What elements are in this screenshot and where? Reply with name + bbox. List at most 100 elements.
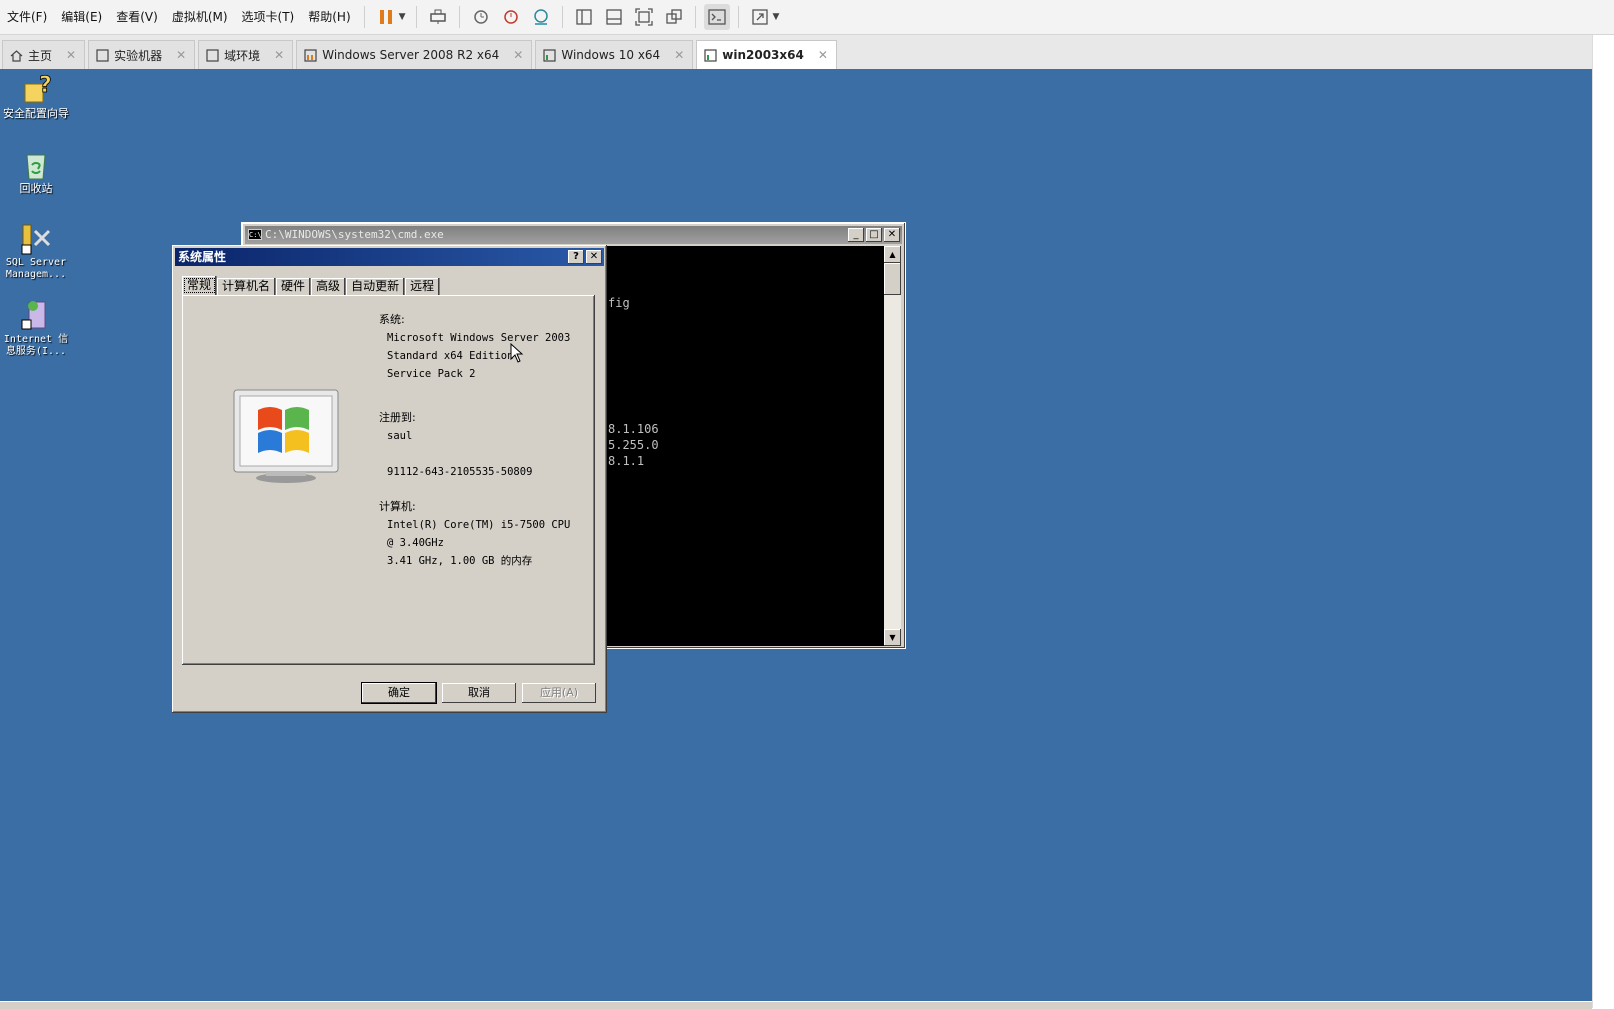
- close-icon[interactable]: ✕: [674, 48, 684, 62]
- vm-icon: [205, 48, 219, 62]
- tab-win2008[interactable]: Windows Server 2008 R2 x64 ✕: [296, 40, 533, 69]
- minimize-icon[interactable]: _: [848, 228, 864, 242]
- menu-edit[interactable]: 编辑(E): [54, 0, 109, 34]
- show-library-icon[interactable]: [571, 4, 597, 30]
- close-icon[interactable]: ✕: [818, 48, 828, 62]
- vm-icon: [95, 48, 109, 62]
- close-icon[interactable]: ✕: [66, 48, 76, 62]
- send-ctrl-alt-del-icon[interactable]: [425, 4, 451, 30]
- desktop-icon-security-wizard[interactable]: ? 安全配置向导: [0, 72, 72, 120]
- apply-button[interactable]: 应用(A): [522, 683, 596, 703]
- cmd-window-buttons: _ □ ✕: [846, 228, 900, 242]
- scroll-up-icon[interactable]: ▲: [884, 246, 901, 263]
- dialog-titlebar[interactable]: 系统属性 ? ✕: [175, 248, 604, 266]
- scroll-down-icon[interactable]: ▼: [884, 629, 901, 646]
- help-icon[interactable]: ?: [568, 250, 584, 264]
- maximize-icon[interactable]: □: [866, 228, 882, 242]
- tab-domain-env[interactable]: 域环境 ✕: [198, 40, 294, 69]
- svg-text:?: ?: [39, 73, 52, 98]
- close-icon[interactable]: ✕: [176, 48, 186, 62]
- fullscreen-icon[interactable]: [631, 4, 657, 30]
- desktop-icon-label: SQL Server Managem...: [5, 257, 67, 280]
- stretch-dropdown-icon[interactable]: ▼: [773, 12, 780, 22]
- desktop-icon-label: Internet 信息服务(I...: [3, 334, 69, 357]
- stretch-guest-icon[interactable]: [747, 4, 773, 30]
- mouse-cursor-icon: [510, 342, 524, 366]
- menu-tabs[interactable]: 选项卡(T): [235, 0, 302, 34]
- tab-label: Windows 10 x64: [561, 48, 661, 62]
- iis-icon: [19, 298, 53, 332]
- desktop-icon-recycle-bin[interactable]: 回收站: [0, 147, 72, 195]
- desktop-icon-label: 安全配置向导: [3, 107, 69, 120]
- menu-file[interactable]: 文件(F): [0, 0, 54, 34]
- ok-button[interactable]: 确定: [361, 682, 437, 704]
- tab-label: 实验机器: [114, 48, 163, 63]
- toolbar-separator: [561, 6, 563, 28]
- console-line: 8.1.106: [608, 422, 659, 436]
- home-icon: [9, 48, 23, 62]
- snapshot-manager-icon[interactable]: [528, 4, 554, 30]
- tab-computer-name[interactable]: 计算机名: [217, 278, 277, 295]
- registered-label: 注册到:: [379, 411, 416, 424]
- close-icon[interactable]: ✕: [274, 48, 284, 62]
- vm-running-icon: [703, 48, 717, 62]
- cmd-icon: C:\: [248, 229, 262, 240]
- tab-win10[interactable]: Windows 10 x64 ✕: [535, 40, 694, 69]
- security-wizard-icon: ?: [19, 72, 53, 106]
- revert-snapshot-icon[interactable]: [498, 4, 524, 30]
- tab-lab-machines[interactable]: 实验机器 ✕: [88, 40, 196, 69]
- toolbar-separator: [415, 6, 417, 28]
- pause-dropdown-icon[interactable]: ▼: [399, 12, 406, 22]
- tab-label: 域环境: [224, 48, 261, 63]
- recycle-bin-icon: [19, 147, 53, 181]
- toolbar-separator: [737, 6, 739, 28]
- cancel-button[interactable]: 取消: [442, 683, 516, 703]
- tab-remote[interactable]: 远程: [405, 278, 441, 295]
- system-properties-dialog[interactable]: 系统属性 ? ✕ 常规 计算机名 硬件 高级 自动更新 远程 系统: Micro…: [172, 245, 607, 713]
- scroll-thumb[interactable]: [884, 263, 901, 295]
- tab-win2003[interactable]: win2003x64 ✕: [696, 40, 837, 69]
- cmd-scrollbar[interactable]: ▲ ▼: [884, 246, 901, 646]
- tab-advanced[interactable]: 高级: [311, 278, 347, 295]
- product-id: 91112-643-2105535-50809: [387, 466, 533, 478]
- system-line: Service Pack 2: [387, 368, 476, 380]
- unity-icon[interactable]: [661, 4, 687, 30]
- cmd-titlebar[interactable]: C:\ C:\WINDOWS\system32\cmd.exe _ □ ✕: [245, 226, 902, 244]
- tab-label: 主页: [28, 48, 53, 63]
- menu-vm[interactable]: 虚拟机(M): [165, 0, 235, 34]
- menu-view[interactable]: 查看(V): [109, 0, 165, 34]
- computer-line: Intel(R) Core(TM) i5-7500 CPU: [387, 519, 571, 531]
- tab-general[interactable]: 常规: [182, 276, 218, 295]
- tab-hardware[interactable]: 硬件: [276, 278, 312, 295]
- snapshot-icon[interactable]: [468, 4, 494, 30]
- close-icon[interactable]: ✕: [513, 48, 523, 62]
- tab-automatic-updates[interactable]: 自动更新: [346, 278, 406, 295]
- tab-label: Windows Server 2008 R2 x64: [322, 48, 500, 62]
- system-label: 系统:: [379, 313, 405, 326]
- system-line: Standard x64 Edition: [387, 350, 514, 362]
- computer-label: 计算机:: [379, 500, 416, 513]
- desktop-icon-sql-server[interactable]: SQL Server Managem...: [0, 221, 72, 281]
- general-tab-panel: 系统: Microsoft Windows Server 2003 Standa…: [182, 295, 595, 665]
- tab-home[interactable]: 主页 ✕: [2, 40, 86, 69]
- console-line: 8.1.1: [608, 454, 645, 468]
- toolbar-separator: [458, 6, 460, 28]
- desktop-icon-iis[interactable]: Internet 信息服务(I...: [0, 298, 72, 358]
- toolbar-separator: [363, 6, 365, 28]
- system-line: Microsoft Windows Server 2003: [387, 332, 571, 344]
- close-icon[interactable]: ✕: [586, 250, 602, 264]
- pause-icon[interactable]: [373, 4, 399, 30]
- registered-user: saul: [387, 430, 413, 442]
- console-view-icon[interactable]: [703, 4, 730, 30]
- sql-server-icon: [19, 221, 53, 255]
- tab-label: win2003x64: [722, 48, 804, 62]
- vm-running-icon: [542, 48, 556, 62]
- thumbnail-bar-icon[interactable]: [601, 4, 627, 30]
- close-icon[interactable]: ✕: [884, 228, 900, 242]
- menu-help[interactable]: 帮助(H): [301, 0, 357, 34]
- windows-logo-monitor-icon: [232, 388, 342, 491]
- vmware-side-strip: [1592, 35, 1614, 1008]
- dialog-tabs: 常规 计算机名 硬件 高级 自动更新 远程: [182, 275, 441, 295]
- vmware-tabbar: 主页 ✕ 实验机器 ✕ 域环境 ✕ Windows Server 2008 R2…: [0, 35, 1594, 69]
- computer-line: 3.41 GHz, 1.00 GB 的内存: [387, 555, 533, 567]
